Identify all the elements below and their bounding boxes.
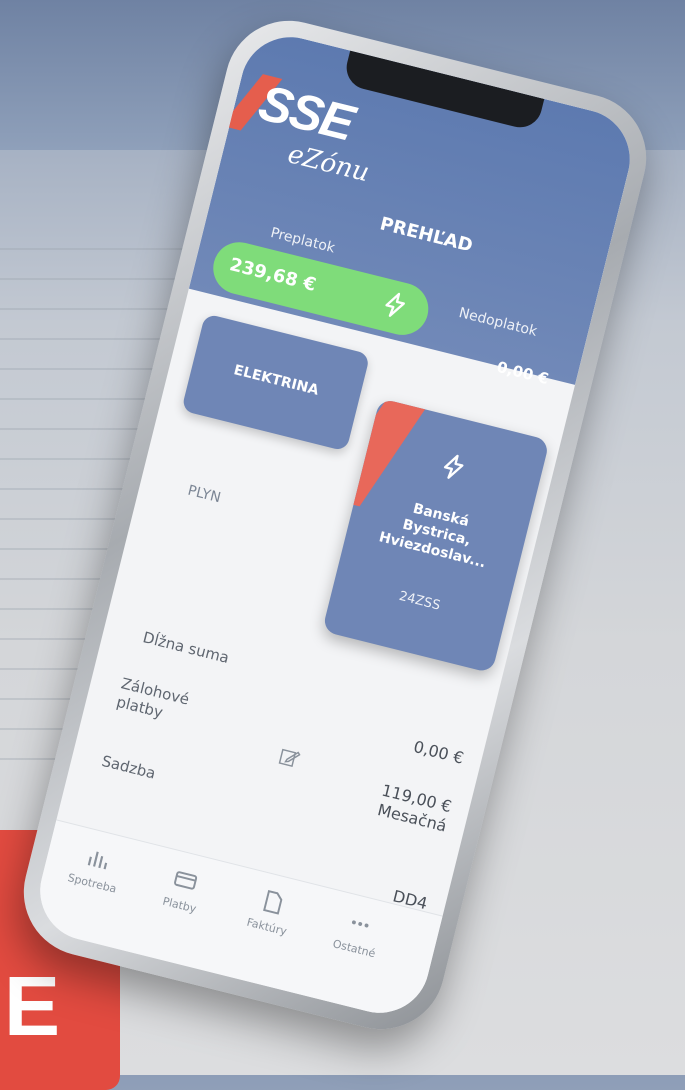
overpayment-value: 239,68 €: [227, 254, 319, 296]
nav-payments[interactable]: Platby: [139, 858, 228, 921]
nav-consumption[interactable]: Spotreba: [52, 836, 141, 899]
lightning-icon: [385, 292, 405, 317]
brand-tile-letter: E: [4, 959, 61, 1053]
page-title: PREHĽAD: [377, 213, 475, 257]
place-code: 24ZSS: [397, 588, 442, 614]
underpayment-value: 0,00 €: [494, 357, 551, 388]
edit-icon[interactable]: [276, 745, 303, 772]
invoices-icon: [263, 889, 283, 915]
underpayment-label: Nedoplatok: [457, 304, 539, 340]
tab-electricity-label: ELEKTRINA: [232, 362, 321, 399]
nav-invoices-label: Faktúry: [245, 915, 289, 939]
more-icon: [351, 920, 369, 928]
nav-more[interactable]: Ostatné: [314, 902, 403, 965]
place-address: Banská Bystrica, Hviezdoslav...: [377, 500, 488, 572]
rate-label: Sadzba: [99, 751, 158, 783]
tab-gas[interactable]: PLYN: [186, 483, 222, 507]
lightning-icon: [443, 454, 464, 479]
due-amount-label: Dĺžna suma: [141, 628, 231, 667]
nav-consumption-label: Spotreba: [66, 871, 118, 896]
payments-icon: [174, 871, 198, 890]
consumption-icon: [87, 851, 108, 870]
nav-more-label: Ostatné: [331, 937, 377, 961]
nav-payments-label: Platby: [161, 894, 198, 916]
app-logo: SSE: [253, 74, 359, 152]
advance-payments-label: Zálohové platby: [114, 674, 192, 722]
tab-electricity[interactable]: ELEKTRINA: [181, 313, 371, 452]
nav-invoices[interactable]: Faktúry: [226, 880, 315, 943]
due-amount-value: 0,00 €: [411, 736, 466, 768]
